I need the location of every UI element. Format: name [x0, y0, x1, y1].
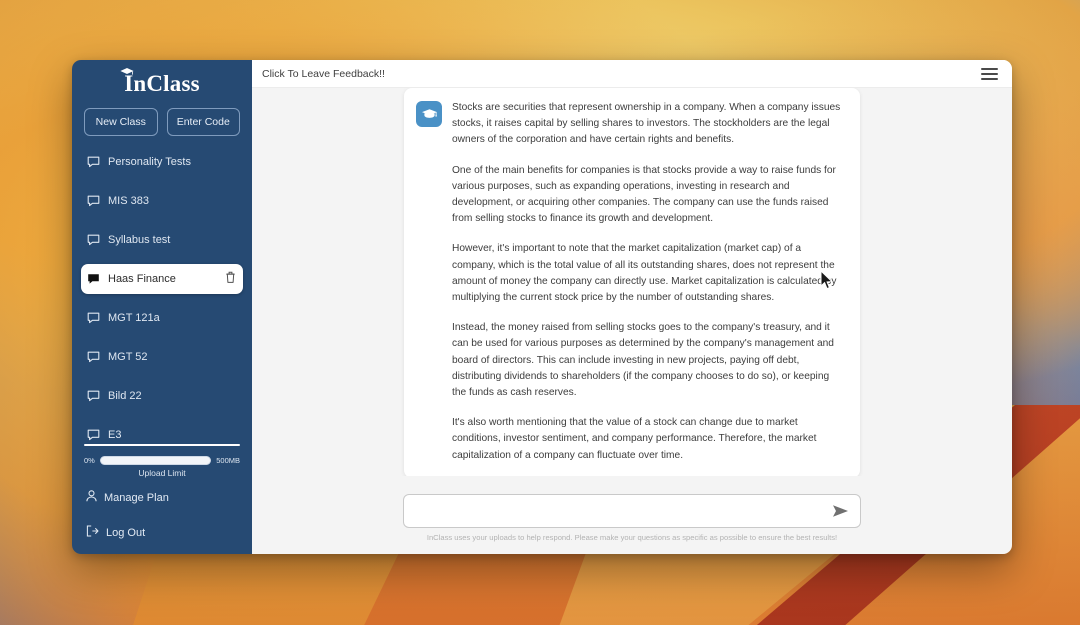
- sidebar: InClass New Class Enter Code Personality…: [72, 60, 252, 554]
- sidebar-item-mgt-52[interactable]: MGT 52: [81, 345, 243, 369]
- app-window: InClass New Class Enter Code Personality…: [72, 60, 1012, 554]
- sidebar-item-e3[interactable]: E3: [81, 423, 243, 442]
- chat-bubble-icon: [87, 429, 100, 442]
- upload-usage: 0% 500MB Upload Limit: [72, 456, 252, 480]
- chat-bubble-icon: [87, 234, 100, 247]
- desktop-background: InClass New Class Enter Code Personality…: [0, 0, 1080, 625]
- sidebar-item-label: Syllabus test: [108, 234, 171, 246]
- sidebar-item-mgt-121a[interactable]: MGT 121a: [81, 306, 243, 330]
- trash-icon[interactable]: [225, 271, 237, 287]
- chat-bubble-icon: [87, 390, 100, 403]
- composer-area: InClass uses your uploads to help respon…: [252, 476, 1012, 554]
- top-bar: Click To Leave Feedback!!: [252, 60, 1012, 88]
- message-composer[interactable]: [403, 494, 861, 528]
- new-class-button[interactable]: New Class: [84, 108, 158, 136]
- sidebar-footer: Manage Plan Log Out: [72, 480, 252, 554]
- sidebar-item-label: Haas Finance: [108, 273, 176, 285]
- graduation-cap-avatar-icon: [416, 101, 442, 127]
- usage-limit-label: 500MB: [216, 456, 240, 465]
- sidebar-item-label: Personality Tests: [108, 156, 191, 168]
- message-paragraph: Instead, the money raised from selling s…: [452, 322, 834, 399]
- sidebar-action-buttons: New Class Enter Code: [72, 104, 252, 150]
- sidebar-item-label: Bild 22: [108, 390, 142, 402]
- assistant-message-card: Stocks are securities that represent own…: [404, 88, 860, 476]
- hamburger-menu-icon[interactable]: [981, 67, 998, 80]
- brand-name: InClass: [124, 71, 200, 96]
- composer-disclaimer: InClass uses your uploads to help respon…: [426, 533, 838, 542]
- class-list: Personality Tests MIS 383 Syllabus test: [72, 150, 252, 442]
- usage-percent-label: 0%: [84, 456, 95, 465]
- chat-bubble-icon: [87, 195, 100, 208]
- message-input[interactable]: [416, 505, 832, 517]
- graduation-cap-icon: [120, 68, 134, 75]
- message-paragraph: It's also worth mentioning that the valu…: [452, 417, 817, 461]
- sidebar-item-syllabus-test[interactable]: Syllabus test: [81, 228, 243, 252]
- message-paragraph: However, it's important to note that the…: [452, 243, 837, 304]
- chat-bubble-icon: [87, 156, 100, 169]
- logout-icon: [86, 525, 99, 540]
- manage-plan-label: Manage Plan: [104, 491, 169, 504]
- sidebar-item-label: MGT 121a: [108, 312, 160, 324]
- enter-code-button[interactable]: Enter Code: [166, 108, 240, 136]
- sidebar-item-label: E3: [108, 429, 122, 441]
- chat-bubble-icon: [87, 312, 100, 325]
- log-out-label: Log Out: [106, 526, 146, 539]
- sidebar-item-mis-383[interactable]: MIS 383: [81, 189, 243, 213]
- chat-bubble-filled-icon: [87, 273, 100, 286]
- upload-limit-caption: Upload Limit: [138, 468, 186, 478]
- sidebar-divider: [84, 444, 240, 446]
- message-paragraph: Stocks are securities that represent own…: [452, 102, 841, 146]
- sidebar-item-label: MGT 52: [108, 351, 148, 363]
- sidebar-item-label: MIS 383: [108, 195, 149, 207]
- user-icon: [86, 490, 97, 505]
- chat-scroll-area[interactable]: Stocks are securities that represent own…: [252, 88, 1012, 476]
- sidebar-item-bild-22[interactable]: Bild 22: [81, 384, 243, 408]
- upload-progress-bar: [99, 456, 212, 465]
- assistant-message-body: Stocks are securities that represent own…: [452, 100, 846, 464]
- message-paragraph: One of the main benefits for companies i…: [452, 164, 836, 225]
- chat-bubble-icon: [87, 351, 100, 364]
- brand-logo: InClass: [72, 60, 252, 104]
- manage-plan-link[interactable]: Manage Plan: [86, 490, 240, 505]
- upload-usage-row: 0% 500MB: [84, 456, 240, 465]
- log-out-link[interactable]: Log Out: [86, 525, 240, 540]
- main-panel: Click To Leave Feedback!! Stocks are sec…: [252, 60, 1012, 554]
- send-arrow-icon[interactable]: [832, 504, 850, 518]
- feedback-link[interactable]: Click To Leave Feedback!!: [262, 68, 385, 80]
- sidebar-item-haas-finance[interactable]: Haas Finance: [81, 264, 243, 294]
- sidebar-item-personality-tests[interactable]: Personality Tests: [81, 150, 243, 174]
